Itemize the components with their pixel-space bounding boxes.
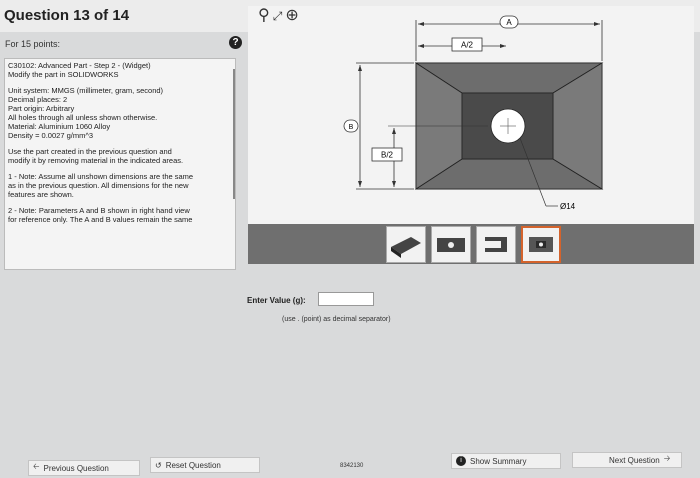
instruction-line: 1 - Note: Assume all unshown dimensions … [8, 172, 194, 181]
instruction-line: Unit system: MMGS (millimeter, gram, sec… [8, 86, 164, 95]
part-drawing: A A/2 B B/2 Ø14 [343, 15, 604, 211]
instruction-line: features are shown. [8, 190, 74, 199]
instruction-line: All holes through all unless shown other… [8, 113, 158, 122]
instruction-line: Part origin: Arbitrary [8, 104, 75, 113]
question-code: 8342130 [340, 463, 364, 469]
instruction-line: as in the previous question. All dimensi… [8, 181, 189, 190]
zoom-in-icon[interactable]: ⊕ [285, 7, 298, 25]
instruction-line: C30102: Advanced Part - Step 2 - (Widget… [8, 61, 151, 70]
instruction-line: for reference only. The A and B values r… [8, 215, 193, 224]
instructions-panel: C30102: Advanced Part - Step 2 - (Widget… [4, 58, 236, 270]
instruction-line: Modify the part in SOLIDWORKS [8, 70, 119, 79]
dim-a-half-label: A/2 [461, 41, 474, 50]
zoom-toolbar: ⚲ ⤢ ⊕ [258, 6, 299, 26]
info-icon: i [456, 456, 466, 466]
thumbnail-front-view[interactable] [431, 226, 471, 263]
reset-question-button[interactable]: ↺ Reset Question [150, 457, 260, 473]
zoom-out-icon[interactable]: ⚲ [258, 7, 270, 25]
previous-question-button[interactable]: 🡠 Previous Question [28, 460, 140, 476]
view-thumbnail-strip [248, 224, 694, 264]
drawing-viewer: A A/2 B B/2 Ø14 [248, 6, 694, 224]
reset-icon: ↺ [155, 460, 162, 470]
show-summary-button[interactable]: i Show Summary [451, 453, 561, 469]
instruction-line: Use the part created in the previous que… [8, 147, 172, 156]
instruction-line: modify it by removing material in the in… [8, 156, 184, 165]
dim-b-label: B [349, 124, 354, 131]
answer-input[interactable] [318, 292, 374, 306]
points-label: For 15 points: [5, 39, 61, 49]
thumbnail-iso-view[interactable] [386, 226, 426, 263]
decimal-hint: (use . (point) as decimal separator) [282, 316, 391, 323]
instructions-scrollbar[interactable] [233, 69, 235, 199]
thumbnail-top-view[interactable] [521, 226, 561, 263]
instruction-line: 2 - Note: Parameters A and B shown in ri… [8, 206, 190, 215]
arrow-right-icon: 🡢 [663, 454, 671, 463]
dim-b-half-label: B/2 [381, 151, 394, 160]
fit-icon[interactable]: ⤢ [273, 7, 283, 25]
instruction-line: Material: Aluminium 1060 Alloy [8, 122, 111, 131]
dim-a-label: A [506, 18, 512, 27]
next-question-button[interactable]: Next Question 🡢 [572, 452, 682, 468]
arrow-left-icon: 🡠 [33, 462, 40, 471]
answer-label: Enter Value (g): [247, 296, 306, 305]
question-title: Question 13 of 14 [4, 7, 130, 24]
help-icon[interactable]: ? [229, 36, 242, 49]
thumbnail-side-view[interactable] [476, 226, 516, 263]
hole-dim-label: Ø14 [560, 202, 576, 211]
instruction-line: Decimal places: 2 [8, 95, 68, 104]
instruction-line: Density = 0.0027 g/mm^3 [8, 131, 94, 140]
